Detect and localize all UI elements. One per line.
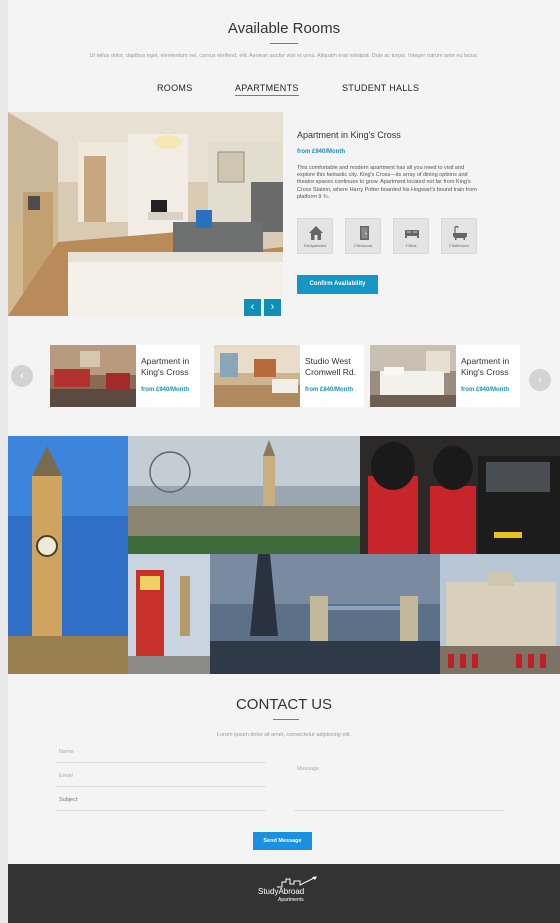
tab-rooms[interactable]: ROOMS xyxy=(157,83,193,93)
message-field-underline xyxy=(294,810,504,811)
page: Available Rooms Ut tellus dolor, dapibus… xyxy=(8,0,560,923)
tab-student-halls[interactable]: STUDENT HALLS xyxy=(342,83,419,93)
featured-title: Apartment in King's Cross xyxy=(297,130,401,140)
footer-logo-subtext: Apartments xyxy=(278,897,304,903)
feature-label: 2 Bedrooms xyxy=(353,244,373,248)
feature-bedrooms: 2 Bedrooms xyxy=(345,218,381,254)
contact-title: CONTACT US xyxy=(235,696,333,713)
email-field[interactable]: Email xyxy=(59,773,73,779)
confirm-availability-button[interactable]: Confirm Availability xyxy=(297,275,378,294)
subject-field-underline xyxy=(56,810,266,811)
london-collage-image xyxy=(8,436,560,674)
rooms-title-underline xyxy=(270,43,298,44)
room-card-price: from £940/Month xyxy=(461,387,510,393)
feature-label: Full Apartment xyxy=(303,244,327,248)
name-field-underline xyxy=(56,762,266,763)
room-card-title: Studio West Cromwell Rd. xyxy=(305,356,357,377)
featured-price: from £940/Month xyxy=(297,149,346,155)
contact-title-underline xyxy=(273,719,299,720)
rooms-intro: Ut tellus dolor, dapibus eget, elementum… xyxy=(89,53,479,59)
bed-icon xyxy=(405,230,419,238)
footer-logo-text[interactable]: StudyAbroad xyxy=(258,887,304,896)
featured-description: This comfortable and modern apartment ha… xyxy=(297,165,477,200)
room-card[interactable]: Studio West Cromwell Rd. from £840/Month xyxy=(214,345,364,407)
room-card-title: Apartment in King's Cross xyxy=(461,356,510,377)
home-icon xyxy=(309,226,323,240)
room-card-image xyxy=(370,345,456,407)
tab-apartments[interactable]: APARTMENTS xyxy=(235,83,299,96)
feature-beds: 2 Beds xyxy=(393,218,429,254)
door-icon xyxy=(360,226,369,240)
email-field-underline xyxy=(56,786,266,787)
feature-full-apartment: Full Apartment xyxy=(297,218,333,254)
contact-subtitle: Lorem ipsum dolor sit amet, consectetur … xyxy=(217,732,351,738)
hero-next-button[interactable]: › xyxy=(264,299,281,316)
feature-bathrooms: 2 Bathrooms xyxy=(441,218,477,254)
name-field[interactable]: Name xyxy=(59,749,74,755)
bathtub-icon xyxy=(453,225,467,240)
carousel-prev-button[interactable]: ‹ xyxy=(11,365,33,387)
room-card[interactable]: Apartment in King's Cross from £940/Mont… xyxy=(370,345,520,407)
subject-field[interactable]: Subject xyxy=(59,797,77,803)
message-field[interactable]: Message xyxy=(297,766,319,772)
feature-label: 2 Beds xyxy=(405,244,417,248)
featured-room-image xyxy=(8,112,283,316)
room-card-price: from £940/Month xyxy=(141,387,190,393)
hero-prev-button[interactable]: ‹ xyxy=(244,299,261,316)
room-card-image xyxy=(50,345,136,407)
room-card-image xyxy=(214,345,300,407)
feature-label: 2 Bathrooms xyxy=(449,244,469,248)
send-message-button[interactable]: Send Message xyxy=(253,832,312,850)
rooms-title: Available Rooms xyxy=(227,20,341,37)
room-card-price: from £840/Month xyxy=(305,387,354,393)
room-card-title: Apartment in King's Cross xyxy=(141,356,190,377)
room-card[interactable]: Apartment in King's Cross from £940/Mont… xyxy=(50,345,200,407)
carousel-next-button[interactable]: › xyxy=(529,369,551,391)
